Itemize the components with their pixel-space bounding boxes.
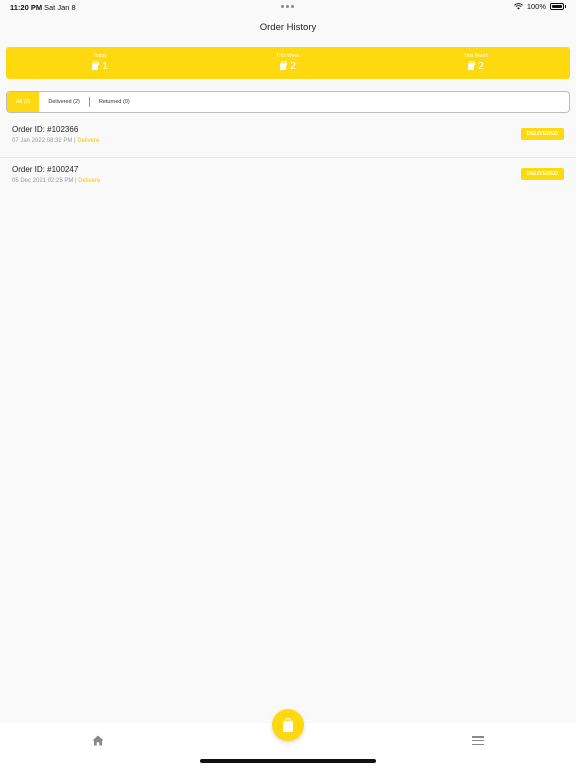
home-indicator: [200, 759, 376, 763]
order-row[interactable]: Order ID: #102366 07 Jan 2022 08:32 PM |…: [0, 118, 576, 158]
wifi-icon: [513, 3, 523, 10]
home-icon[interactable]: [92, 735, 104, 746]
order-stats-card: Today 1 This Week 2 This Month 2: [6, 47, 570, 79]
tab-all[interactable]: All (2): [7, 92, 40, 112]
shopping-bag-icon: [280, 61, 288, 70]
stat-this-week: This Week 2: [194, 47, 382, 79]
order-datetime: 07 Jan 2022 08:32 PM: [12, 138, 73, 144]
status-time: 11:20 PM: [10, 3, 43, 12]
shopping-bag-icon: [468, 61, 476, 70]
tab-returned[interactable]: Returned (0): [90, 92, 139, 112]
status-right: 100%: [513, 2, 566, 11]
multitasking-dots-icon[interactable]: [281, 5, 294, 8]
page-title: Order History: [259, 22, 317, 33]
order-status-text: Delivere: [78, 178, 101, 184]
tab-delivered[interactable]: Delivered (2): [39, 92, 88, 112]
stat-today: Today 1: [6, 47, 194, 79]
order-meta: 07 Jan 2022 08:32 PM | Delivere: [12, 138, 100, 144]
order-row[interactable]: Order ID: #100247 05 Dec 2021 02:25 PM |…: [0, 158, 576, 198]
status-date: Sat Jan 8: [44, 3, 76, 12]
order-datetime: 05 Dec 2021 02:25 PM: [12, 178, 74, 184]
shopping-bag-icon: [92, 61, 100, 70]
order-meta: 05 Dec 2021 02:25 PM | Delivere: [12, 178, 101, 184]
order-filter-tabs: All (2) Delivered (2) Returned (0): [6, 91, 570, 113]
battery-icon: [550, 3, 564, 10]
order-list: Order ID: #102366 07 Jan 2022 08:32 PM |…: [0, 118, 576, 198]
shopping-bag-icon: [283, 717, 293, 732]
stat-value: 2: [290, 61, 296, 72]
order-status-text: Delivere: [77, 138, 100, 144]
stat-this-month: This Month 2: [382, 47, 570, 79]
status-badge: DELIVERED: [520, 128, 564, 140]
stat-label: This Week: [276, 53, 300, 59]
stat-label: Today: [93, 53, 107, 59]
order-id: Order ID: #102366: [12, 125, 79, 134]
stat-value: 1: [102, 61, 108, 72]
order-id: Order ID: #100247: [12, 165, 79, 174]
status-bar: 11:20 PM Sat Jan 8 100%: [0, 0, 576, 14]
stat-label: This Month: [463, 53, 489, 59]
stat-value: 2: [478, 61, 484, 72]
cart-button[interactable]: [272, 709, 304, 741]
menu-icon[interactable]: [472, 736, 484, 745]
status-badge: DELIVERED: [520, 168, 564, 180]
battery-percent: 100%: [526, 2, 546, 11]
